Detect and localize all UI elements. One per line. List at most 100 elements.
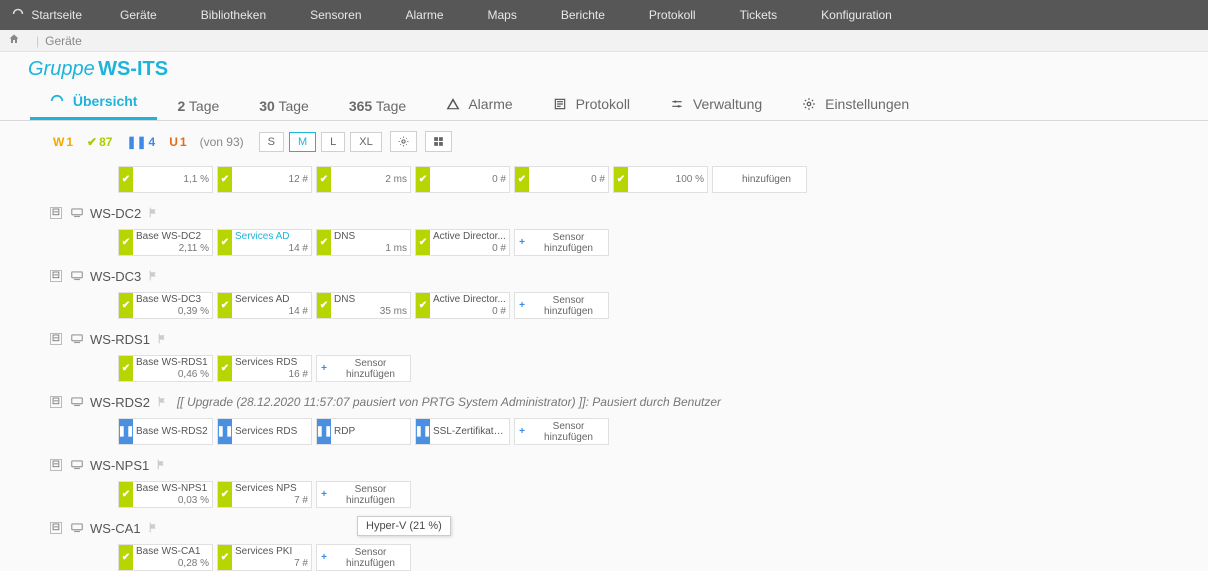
flag-icon[interactable] (147, 521, 160, 535)
size-l[interactable]: L (321, 132, 345, 152)
tab-2days[interactable]: 2 Tage (157, 90, 239, 120)
add-sensor-button[interactable]: +Sensor hinzufügen (316, 544, 411, 571)
sensor-name: DNS (334, 231, 407, 243)
device-name[interactable]: WS-RDS1 (90, 332, 150, 347)
summary-sensor[interactable]: ✔0 # (514, 166, 609, 193)
nav-tickets[interactable]: Tickets (718, 0, 800, 30)
plus-icon: + (515, 300, 529, 311)
summary-sensor[interactable]: ✔2 ms (316, 166, 411, 193)
summary-sensor[interactable]: ✔1,1 % (118, 166, 213, 193)
sensor-tile[interactable]: ✔Base WS-NPS10,03 % (118, 481, 213, 508)
sensor-tile[interactable]: ✔Services AD14 # (217, 292, 312, 319)
sensor-row: ✔Base WS-NPS10,03 %✔Services NPS7 #+Sens… (50, 481, 1188, 508)
add-sensor-placeholder[interactable]: hinzufügen (712, 166, 807, 193)
sensor-name: SSL-Zertifikats... (433, 426, 506, 438)
top-nav: Startseite Geräte Bibliotheken Sensoren … (0, 0, 1208, 30)
sensor-value: 16 # (235, 369, 308, 381)
flag-icon[interactable] (156, 395, 169, 409)
add-sensor-button[interactable]: +Sensor hinzufügen (316, 481, 411, 508)
sensor-tile[interactable]: ✔Base WS-CA10,28 % (118, 544, 213, 571)
collapse-toggle[interactable]: ⊟ (50, 270, 62, 282)
flag-icon[interactable] (147, 206, 160, 220)
collapse-toggle[interactable]: ⊟ (50, 207, 62, 219)
summary-row: ✔1,1 % ✔12 # ✔2 ms ✔0 # ✔0 # ✔100 % hinz… (50, 166, 1188, 193)
sensor-tile[interactable]: ✔Services AD14 # (217, 229, 312, 256)
sensor-tile[interactable]: ✔Services PKI7 # (217, 544, 312, 571)
flag-icon[interactable] (147, 269, 160, 283)
sensor-status: ✔ (317, 230, 331, 255)
device-name[interactable]: WS-NPS1 (90, 458, 149, 473)
sensor-tile[interactable]: ❚❚Services RDS (217, 418, 312, 445)
nav-maps[interactable]: Maps (466, 0, 539, 30)
nav-libraries[interactable]: Bibliotheken (179, 0, 288, 30)
count-ok[interactable]: ✔ 87 (82, 133, 117, 151)
size-s[interactable]: S (259, 132, 284, 152)
view-grid[interactable] (425, 131, 452, 152)
tab-settings[interactable]: Einstellungen (782, 88, 929, 120)
tab-admin[interactable]: Verwaltung (650, 88, 782, 120)
tab-log[interactable]: Protokoll (533, 88, 650, 120)
gear-icon (802, 97, 816, 114)
plus-icon: + (515, 237, 529, 248)
sensor-tile[interactable]: ❚❚Base WS-RDS2 (118, 418, 213, 445)
sensor-tile[interactable]: ❚❚RDP (316, 418, 411, 445)
sensor-value: 1 ms (334, 243, 407, 255)
sensor-tile[interactable]: ✔Base WS-DC30,39 % (118, 292, 213, 319)
sensor-status: ❚❚ (416, 419, 430, 444)
sensor-tile[interactable]: ✔Base WS-DC22,11 % (118, 229, 213, 256)
flag-icon[interactable] (156, 332, 169, 346)
flag-icon[interactable] (155, 458, 168, 472)
tab-30days[interactable]: 30 Tage (239, 90, 329, 120)
summary-sensor[interactable]: ✔100 % (613, 166, 708, 193)
sensor-tile[interactable]: ✔Services NPS7 # (217, 481, 312, 508)
nav-home[interactable]: Startseite (6, 0, 98, 30)
home-icon[interactable] (8, 33, 20, 48)
device-icon (70, 458, 84, 473)
device-note: [[ Upgrade (28.12.2020 11:57:07 pausiert… (177, 395, 721, 409)
collapse-toggle[interactable]: ⊟ (50, 459, 62, 471)
sensor-tile[interactable]: ✔Services RDS16 # (217, 355, 312, 382)
sensor-name: Services RDS (235, 426, 308, 438)
tab-overview[interactable]: Übersicht (30, 85, 157, 120)
collapse-toggle[interactable]: ⊟ (50, 396, 62, 408)
add-sensor-button[interactable]: +Sensor hinzufügen (514, 229, 609, 256)
device-name[interactable]: WS-DC2 (90, 206, 141, 221)
add-sensor-button[interactable]: +Sensor hinzufügen (514, 292, 609, 319)
nav-devices[interactable]: Geräte (98, 0, 179, 30)
add-sensor-button[interactable]: +Sensor hinzufügen (514, 418, 609, 445)
nav-alarms[interactable]: Alarme (384, 0, 466, 30)
sensor-tile[interactable]: ✔DNS1 ms (316, 229, 411, 256)
sensor-status: ✔ (119, 356, 133, 381)
device-name[interactable]: WS-CA1 (90, 521, 141, 536)
count-warning[interactable]: W 1 (48, 133, 78, 151)
tab-alarms[interactable]: Alarme (426, 88, 532, 120)
summary-sensor[interactable]: ✔0 # (415, 166, 510, 193)
sensor-row: ❚❚Base WS-RDS2❚❚Services RDS❚❚RDP❚❚SSL-Z… (50, 418, 1188, 445)
nav-log[interactable]: Protokoll (627, 0, 718, 30)
size-xl[interactable]: XL (350, 132, 381, 152)
sensor-tile[interactable]: ✔DNS35 ms (316, 292, 411, 319)
device-name[interactable]: WS-DC3 (90, 269, 141, 284)
nav-reports[interactable]: Berichte (539, 0, 627, 30)
tab-365days[interactable]: 365 Tage (329, 90, 426, 120)
collapse-toggle[interactable]: ⊟ (50, 522, 62, 534)
size-m[interactable]: M (289, 132, 316, 152)
device-name[interactable]: WS-RDS2 (90, 395, 150, 410)
sensor-tile[interactable]: ✔Active Director...0 # (415, 229, 510, 256)
nav-config[interactable]: Konfiguration (799, 0, 914, 30)
sensor-tile[interactable]: ✔Active Director...0 # (415, 292, 510, 319)
count-paused[interactable]: ❚❚ 4 (121, 133, 160, 151)
sensor-row: ✔Base WS-CA10,28 %✔Services PKI7 #+Senso… (50, 544, 1188, 571)
sensor-value: 7 # (235, 495, 308, 507)
collapse-toggle[interactable]: ⊟ (50, 333, 62, 345)
count-unusual[interactable]: U 1 (164, 133, 191, 151)
sensor-tile[interactable]: ✔Base WS-RDS10,46 % (118, 355, 213, 382)
summary-sensor[interactable]: ✔12 # (217, 166, 312, 193)
sensor-name: Active Director... (433, 294, 506, 306)
add-sensor-button[interactable]: +Sensor hinzufügen (316, 355, 411, 382)
view-options[interactable] (390, 131, 417, 152)
nav-sensors[interactable]: Sensoren (288, 0, 383, 30)
sensor-tile[interactable]: ❚❚SSL-Zertifikats... (415, 418, 510, 445)
add-sensor-label: Sensor hinzufügen (529, 232, 608, 254)
breadcrumb-devices[interactable]: Geräte (45, 34, 82, 48)
